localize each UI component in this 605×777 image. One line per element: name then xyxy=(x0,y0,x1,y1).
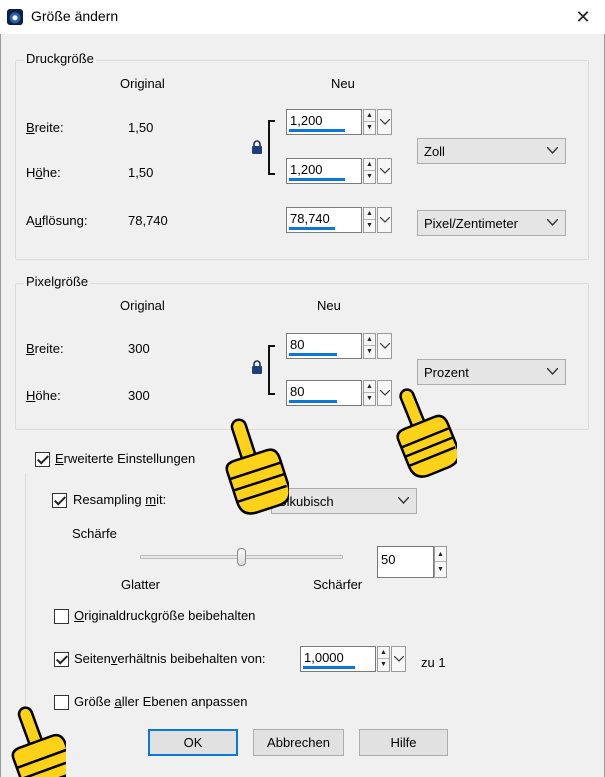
advanced-divider xyxy=(25,473,26,733)
print-height-label: Höhe: xyxy=(26,165,61,180)
aspect-ratio-spinbox[interactable]: 1,0000 ▲ ▼ xyxy=(300,646,408,672)
pixel-width-stepper[interactable]: ▲ ▼ xyxy=(363,333,376,359)
ok-button[interactable]: OK xyxy=(148,729,238,756)
chevron-down-icon xyxy=(547,139,561,163)
pixel-height-spinbox[interactable]: 80 ▲ ▼ xyxy=(286,380,394,406)
pixel-height-stepper[interactable]: ▲ ▼ xyxy=(363,380,376,406)
print-width-spinbox[interactable]: 1,200 ▲ ▼ xyxy=(286,109,394,135)
resolution-unit-value: Pixel/Zentimeter xyxy=(424,216,518,231)
close-icon[interactable]: ✕ xyxy=(569,4,597,30)
print-resolution-stepper[interactable]: ▲ ▼ xyxy=(363,207,376,233)
print-height-original: 1,50 xyxy=(128,165,154,180)
pixel-width-spinbox[interactable]: 80 ▲ ▼ xyxy=(286,333,394,359)
pixel-width-value[interactable]: 80 xyxy=(290,337,304,352)
pixel-size-col-original: Original xyxy=(120,298,165,313)
pixel-height-original: 300 xyxy=(128,388,150,403)
sharpness-spinbox[interactable]: 50 ▲ ▼ xyxy=(377,546,449,578)
print-width-original: 1,50 xyxy=(128,120,154,135)
keep-aspect-label[interactable]: Seitenverhältnis beibehalten von: xyxy=(74,651,266,666)
print-unit-value: Zoll xyxy=(424,144,445,159)
slider-left-label: Glatter xyxy=(121,577,161,592)
pixel-aspect-link-bracket xyxy=(268,345,275,395)
pointing-hand-icon xyxy=(396,388,457,478)
print-size-col-new: Neu xyxy=(331,76,355,91)
pixel-unit-value: Prozent xyxy=(424,365,469,380)
lock-icon[interactable] xyxy=(251,140,263,154)
pixel-unit-select[interactable]: Prozent xyxy=(417,359,566,385)
print-size-col-original: Original xyxy=(120,76,165,91)
sharpness-value[interactable]: 50 xyxy=(381,552,395,567)
keep-original-print-size-label[interactable]: Originaldruckgröße beibehalten xyxy=(74,608,255,623)
print-unit-select[interactable]: Zoll xyxy=(417,138,566,164)
window-title: Größe ändern xyxy=(31,8,119,24)
lock-icon[interactable] xyxy=(251,360,263,374)
cancel-button[interactable]: Abbrechen xyxy=(253,729,344,756)
pointing-hand-icon xyxy=(225,418,289,515)
pointing-hand-icon xyxy=(11,706,66,777)
advanced-settings-label[interactable]: Erweiterte Einstellungen xyxy=(55,451,195,466)
resolution-unit-select[interactable]: Pixel/Zentimeter xyxy=(417,210,566,236)
print-height-spinbox[interactable]: 1,200 ▲ ▼ xyxy=(286,158,394,184)
print-width-label: Breite: xyxy=(26,120,64,135)
print-height-value[interactable]: 1,200 xyxy=(290,162,323,177)
resampling-method-select[interactable]: Bikubisch xyxy=(271,488,417,514)
pixel-size-col-new: Neu xyxy=(317,298,341,313)
app-icon xyxy=(7,9,23,25)
aspect-ratio-stepper[interactable]: ▲ ▼ xyxy=(377,646,390,672)
print-resolution-value[interactable]: 78,740 xyxy=(290,211,330,226)
chevron-down-icon xyxy=(547,360,561,384)
print-width-value[interactable]: 1,200 xyxy=(290,113,323,128)
keep-aspect-checkbox[interactable] xyxy=(54,652,69,667)
help-button[interactable]: Hilfe xyxy=(359,729,448,756)
print-width-stepper[interactable]: ▲ ▼ xyxy=(363,109,376,135)
sharpness-label: Schärfe xyxy=(72,526,117,541)
chevron-down-icon xyxy=(547,211,561,235)
pixel-width-dropdown-icon[interactable] xyxy=(377,333,392,359)
sharpness-stepper[interactable]: ▲ ▼ xyxy=(434,546,447,578)
aspect-ratio-value[interactable]: 1,0000 xyxy=(304,650,344,665)
print-resolution-label: Auflösung: xyxy=(26,213,88,228)
title-bar: Größe ändern ✕ xyxy=(0,0,605,34)
pixel-height-value[interactable]: 80 xyxy=(290,384,304,399)
aspect-link-bracket xyxy=(268,120,275,175)
pixel-height-label: Höhe: xyxy=(26,388,61,403)
resize-all-layers-label[interactable]: Größe aller Ebenen anpassen xyxy=(74,694,247,709)
pixel-size-group-title: Pixelgröße xyxy=(24,274,91,289)
chevron-down-icon xyxy=(398,489,412,513)
print-width-dropdown-icon[interactable] xyxy=(377,109,392,135)
resampling-checkbox[interactable] xyxy=(52,493,67,508)
resampling-label[interactable]: Resampling mit: xyxy=(73,492,166,507)
pixel-width-original: 300 xyxy=(128,341,150,356)
print-resolution-original: 78,740 xyxy=(128,213,168,228)
sharpness-slider-thumb[interactable] xyxy=(237,548,246,566)
print-resolution-dropdown-icon[interactable] xyxy=(377,207,392,233)
aspect-ratio-suffix: zu 1 xyxy=(421,655,446,670)
print-size-group-title: Druckgröße xyxy=(24,51,96,66)
aspect-ratio-dropdown-icon[interactable] xyxy=(391,646,406,672)
advanced-settings-checkbox[interactable] xyxy=(35,452,50,467)
print-height-dropdown-icon[interactable] xyxy=(377,158,392,184)
pixel-width-label: Breite: xyxy=(26,341,64,356)
keep-original-print-size-checkbox[interactable] xyxy=(54,609,69,624)
print-height-stepper[interactable]: ▲ ▼ xyxy=(363,158,376,184)
slider-right-label: Schärfer xyxy=(313,577,363,592)
print-resolution-spinbox[interactable]: 78,740 ▲ ▼ xyxy=(286,207,394,233)
